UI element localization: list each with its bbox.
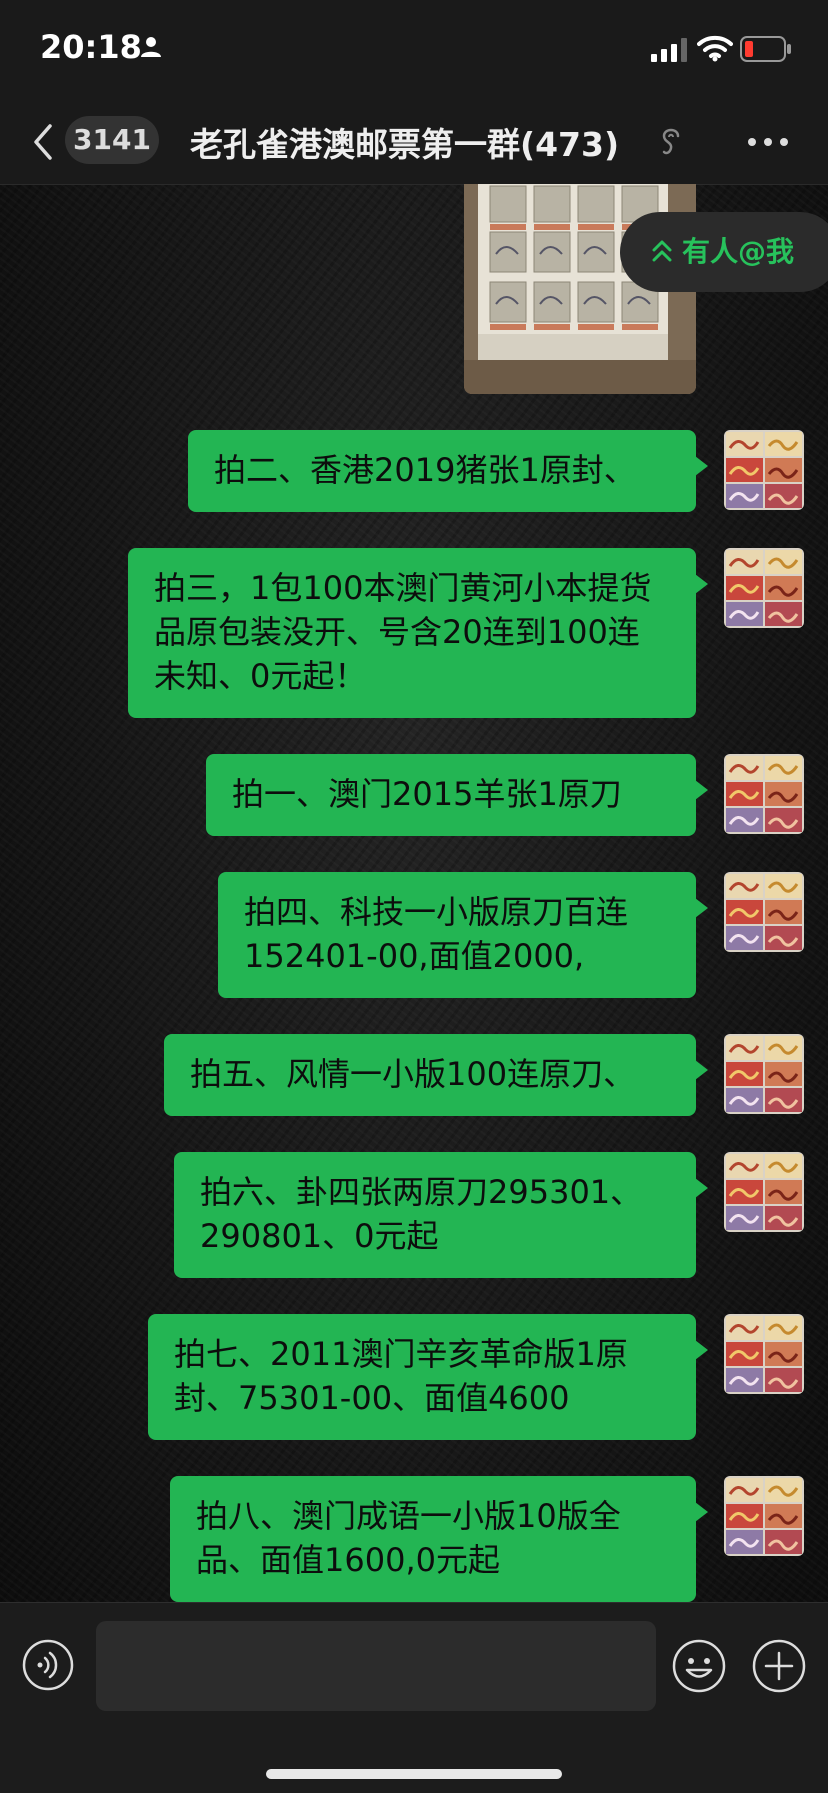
message-bubble[interactable]: 拍四、科技一小版原刀百连152401-00,面值2000, [218, 872, 708, 998]
wifi-icon [697, 35, 733, 62]
avatar-stamps-picture [724, 1034, 804, 1114]
signal-icon [651, 38, 687, 62]
avatar[interactable] [724, 872, 804, 952]
person-icon [141, 37, 161, 57]
more-icon[interactable] [744, 128, 792, 156]
mention-notice[interactable]: 有人@我 [620, 212, 828, 292]
avatar[interactable] [724, 1152, 804, 1232]
avatar-stamps-picture [724, 1476, 804, 1556]
mention-label: 有人@我 [682, 235, 795, 268]
message-input[interactable] [96, 1621, 656, 1711]
back-icon[interactable] [30, 122, 54, 162]
message-bubble[interactable]: 拍七、2011澳门辛亥革命版1原封、75301-00、面值4600 [148, 1314, 708, 1440]
emoji-icon[interactable] [672, 1639, 726, 1693]
avatar-stamps-picture [724, 430, 804, 510]
battery-icon [740, 36, 791, 62]
avatar-stamps-picture [724, 1314, 804, 1394]
message-bubble[interactable]: 拍一、澳门2015羊张1原刀 [206, 754, 708, 836]
chevrons-up-icon [652, 240, 672, 262]
voice-icon[interactable] [22, 1639, 74, 1691]
message-bubble[interactable]: 拍五、风情一小版100连原刀、 [164, 1034, 708, 1116]
avatar[interactable] [724, 1476, 804, 1556]
avatar[interactable] [724, 430, 804, 510]
home-indicator [266, 1769, 562, 1779]
avatar-stamps-picture [724, 548, 804, 628]
unread-count-badge[interactable]: 3141 [65, 116, 159, 164]
input-bar [0, 1602, 828, 1793]
status-bar: 20:18 [0, 0, 828, 100]
avatar-stamps-picture [724, 872, 804, 952]
avatar[interactable] [724, 754, 804, 834]
chat-title[interactable]: 老孔雀港澳邮票第一群(473) [190, 118, 619, 166]
plus-icon[interactable] [752, 1639, 806, 1693]
avatar[interactable] [724, 548, 804, 628]
avatar-stamps-picture [724, 754, 804, 834]
message-bubble[interactable]: 拍二、香港2019猪张1原封、 [188, 430, 708, 512]
chat-header: 3141 老孔雀港澳邮票第一群(473) [0, 100, 828, 185]
status-time: 20:18 [40, 28, 142, 66]
message-bubble[interactable]: 拍六、卦四张两原刀295301、290801、0元起 [174, 1152, 708, 1278]
avatar[interactable] [724, 1314, 804, 1394]
avatar[interactable] [724, 1034, 804, 1114]
message-bubble[interactable]: 拍八、澳门成语一小版10版全品、面值1600,0元起 [170, 1476, 708, 1602]
mute-icon [662, 128, 680, 155]
message-bubble[interactable]: 拍三，1包100本澳门黄河小本提货品原包装没开、号含20连到100连未知、0元起… [128, 548, 708, 718]
avatar-stamps-picture [724, 1152, 804, 1232]
